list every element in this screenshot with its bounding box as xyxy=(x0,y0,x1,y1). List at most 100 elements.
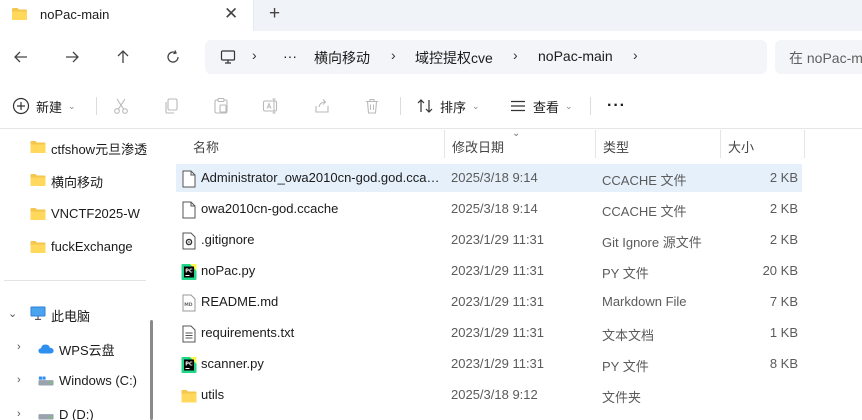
monitor-icon xyxy=(30,306,46,320)
file-row[interactable]: MD README.md 2023/1/29 11:31 Markdown Fi… xyxy=(176,288,802,316)
file-date: 2023/1/29 11:31 xyxy=(451,356,545,371)
arrow-left-icon[interactable] xyxy=(9,45,33,69)
sort-button[interactable]: 排序 ⌄ xyxy=(416,94,480,118)
file-name: owa2010cn-god.ccache xyxy=(201,201,339,216)
new-button-label: 新建 xyxy=(36,99,63,115)
folder-icon xyxy=(30,241,46,253)
folder-icon xyxy=(181,390,197,403)
breadcrumb-segment[interactable]: 域控提权cve xyxy=(415,48,493,68)
sidebar-scrollbar[interactable] xyxy=(150,320,153,420)
column-divider[interactable] xyxy=(720,130,721,158)
sidebar-item-label: 此电脑 xyxy=(51,309,91,324)
divider xyxy=(590,97,591,115)
rename-button[interactable] xyxy=(262,94,280,118)
navigation-pane: ctfshow元旦渗透 横向移动 VNCTF2025-W fuckExchang… xyxy=(0,130,156,420)
file-type: Markdown File xyxy=(602,294,687,309)
navigation-bar: › ··· 横向移动 › 域控提权cve › noPac-main › 在 no… xyxy=(0,31,862,83)
paste-button[interactable] xyxy=(212,94,230,118)
file-row[interactable]: PC noPac.py 2023/1/29 11:31 PY 文件 20 KB xyxy=(176,257,802,285)
new-button[interactable]: 新建 ⌄ xyxy=(12,94,76,118)
chevron-right-icon[interactable]: › xyxy=(17,408,21,420)
column-size[interactable]: 大小 xyxy=(728,137,754,156)
column-header: 名称 ⌄ 修改日期 类型 大小 xyxy=(172,128,862,160)
sidebar-item-lateral-movement[interactable]: 横向移动 xyxy=(0,165,150,195)
sidebar-item-ctfshow[interactable]: ctfshow元旦渗透 xyxy=(0,132,150,162)
chevron-down-icon: ⌄ xyxy=(68,100,76,111)
copy-button[interactable] xyxy=(162,94,180,118)
file-size: 2 KB xyxy=(769,170,798,185)
file-row[interactable]: Administrator_owa2010cn-god.god.ccache 2… xyxy=(176,164,802,192)
sidebar-item-label: ctfshow元旦渗透 xyxy=(51,142,148,157)
column-divider[interactable] xyxy=(595,130,596,158)
more-options-button[interactable]: ··· xyxy=(607,94,626,118)
column-date[interactable]: 修改日期 xyxy=(452,137,504,156)
address-bar[interactable]: › ··· 横向移动 › 域控提权cve › noPac-main › xyxy=(205,40,767,74)
chevron-right-icon[interactable]: › xyxy=(17,374,21,386)
breadcrumb-overflow[interactable]: ··· xyxy=(283,48,297,64)
divider xyxy=(400,97,401,115)
file-icon xyxy=(182,170,196,188)
sidebar-item-label: D (D:) xyxy=(59,407,94,420)
chevron-right-icon[interactable]: › xyxy=(252,47,257,63)
sort-button-label: 排序 xyxy=(440,99,467,115)
cut-button[interactable] xyxy=(112,94,130,118)
divider xyxy=(96,97,97,115)
copy-icon xyxy=(165,98,178,114)
file-row[interactable]: requirements.txt 2023/1/29 11:31 文本文档 1 … xyxy=(176,319,802,347)
sidebar-item-this-pc[interactable]: ⌄ 此电脑 xyxy=(0,299,150,329)
column-type[interactable]: 类型 xyxy=(603,137,629,156)
sidebar-item-vnctf2025[interactable]: VNCTF2025-W xyxy=(0,199,150,229)
breadcrumb-segment[interactable]: 横向移动 xyxy=(314,48,370,68)
chevron-down-icon: ⌄ xyxy=(472,100,480,111)
chevron-down-icon[interactable]: ⌄ xyxy=(8,307,17,320)
breadcrumb-segment[interactable]: noPac-main xyxy=(538,48,613,64)
tab-nopac-main[interactable]: noPac-main ✕ xyxy=(0,0,254,31)
file-name: scanner.py xyxy=(201,356,264,371)
file-type: CCACHE 文件 xyxy=(602,173,687,188)
plus-icon[interactable]: + xyxy=(269,2,280,26)
close-icon[interactable]: ✕ xyxy=(224,3,238,25)
drive-icon xyxy=(38,376,54,386)
file-icon xyxy=(182,201,196,219)
sidebar-item-label: WPS云盘 xyxy=(59,343,115,358)
svg-text:MD: MD xyxy=(184,302,192,308)
search-input[interactable]: 在 noPac-m xyxy=(775,40,862,74)
file-list: 名称 ⌄ 修改日期 类型 大小 Administrator_owa2010cn-… xyxy=(172,128,862,420)
file-row[interactable]: .gitignore 2023/1/29 11:31 Git Ignore 源文… xyxy=(176,226,802,254)
file-date: 2025/3/18 9:12 xyxy=(451,387,538,402)
file-size: 20 KB xyxy=(762,263,798,278)
arrow-right-icon[interactable] xyxy=(60,45,84,69)
file-row[interactable]: utils 2025/3/18 9:12 文件夹 xyxy=(176,381,802,409)
file-row[interactable]: owa2010cn-god.ccache 2025/3/18 9:14 CCAC… xyxy=(176,195,802,223)
folder-icon xyxy=(12,8,27,20)
sidebar-item-fuckexchange[interactable]: fuckExchange xyxy=(0,232,150,262)
column-divider[interactable] xyxy=(444,130,445,158)
pycharm-icon: PC xyxy=(181,264,197,280)
file-row[interactable]: PC scanner.py 2023/1/29 11:31 PY 文件 8 KB xyxy=(176,350,802,378)
file-type: 文本文档 xyxy=(602,328,655,343)
column-name[interactable]: 名称 xyxy=(193,137,219,156)
column-divider[interactable] xyxy=(804,130,805,158)
refresh-icon[interactable] xyxy=(161,45,185,69)
arrow-up-icon[interactable] xyxy=(111,45,135,69)
sidebar-item-wps-cloud[interactable]: › WPS云盘 xyxy=(0,333,150,363)
file-name: Administrator_owa2010cn-god.god.ccache xyxy=(201,170,441,185)
scissors-icon xyxy=(114,98,128,114)
file-size: 2 KB xyxy=(769,201,798,216)
sidebar-item-drive-d[interactable]: › D (D:) xyxy=(0,400,150,420)
view-button[interactable]: 查看 ⌄ xyxy=(509,94,573,118)
folder-icon xyxy=(30,174,46,186)
chevron-right-icon[interactable]: › xyxy=(633,47,638,63)
pycharm-icon: PC xyxy=(181,357,197,373)
file-name: .gitignore xyxy=(201,232,255,247)
more-icon: ··· xyxy=(607,97,626,114)
sidebar-item-drive-c[interactable]: › Windows (C:) xyxy=(0,366,150,396)
folder-icon xyxy=(30,208,46,220)
command-bar: 新建 ⌄ 排序 ⌄ 查看 ⌄ ··· xyxy=(0,83,862,129)
chevron-right-icon[interactable]: › xyxy=(513,47,518,63)
plus-circle-icon xyxy=(12,97,30,115)
chevron-right-icon[interactable]: › xyxy=(391,47,396,63)
share-button[interactable] xyxy=(313,94,331,118)
chevron-right-icon[interactable]: › xyxy=(17,341,21,353)
delete-button[interactable] xyxy=(363,94,381,118)
